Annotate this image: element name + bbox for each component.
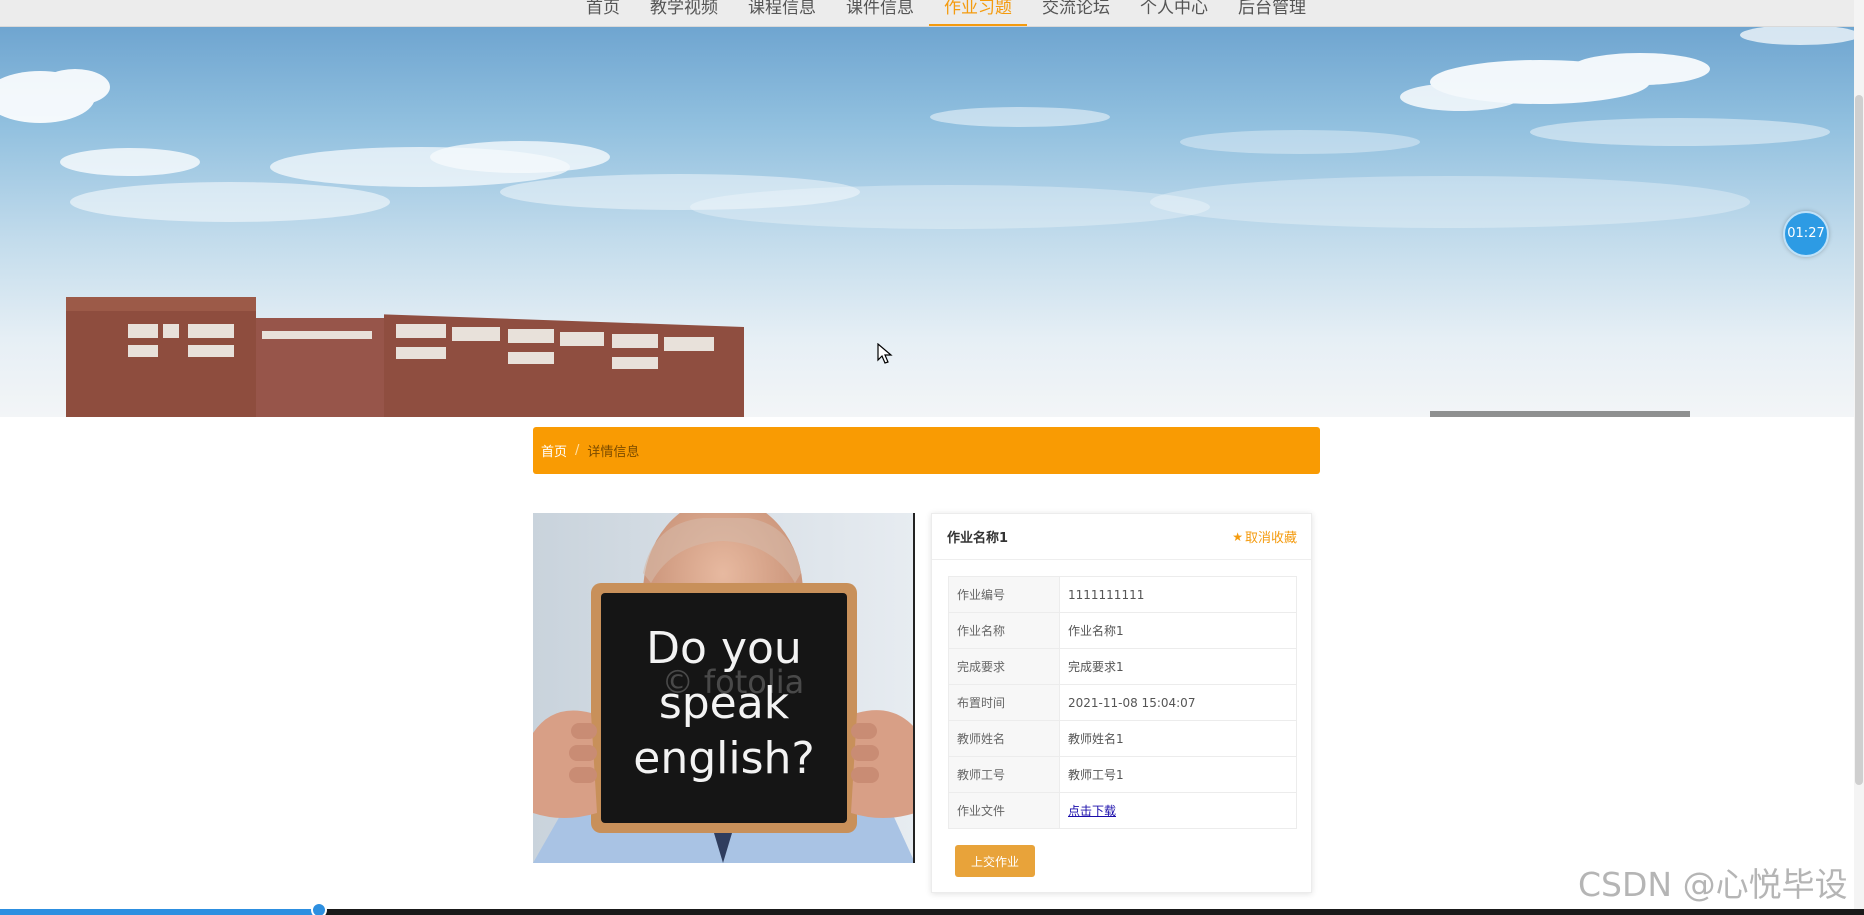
- table-row: 教师姓名 教师姓名1: [948, 720, 1297, 757]
- nav-item[interactable]: 教学视频: [635, 0, 733, 26]
- table-row: 完成要求 完成要求1: [948, 648, 1297, 685]
- breadcrumb: 首页 / 详情信息: [533, 427, 1320, 474]
- nav-item[interactable]: 交流论坛: [1027, 0, 1125, 26]
- row-value: 作业名称1: [1059, 612, 1297, 649]
- table-row: 教师工号 教师工号1: [948, 756, 1297, 793]
- detail-card: 作业名称1 ★ 取消收藏 作业编号 1111111111 作业名称 作业名称1 完成要求…: [931, 513, 1312, 893]
- row-key: 教师工号: [948, 756, 1060, 793]
- row-value: 1111111111: [1059, 576, 1297, 613]
- row-key: 完成要求: [948, 648, 1060, 685]
- sign-text-line-3: english?: [633, 733, 815, 784]
- breadcrumb-current: 详情信息: [587, 445, 640, 460]
- table-row-file: 作业文件 点击下载: [948, 792, 1297, 829]
- table-row: 作业编号 1111111111: [948, 576, 1297, 613]
- breadcrumb-separator: /: [575, 443, 580, 458]
- nav-item[interactable]: 后台管理: [1223, 0, 1321, 26]
- homework-image: Do you speak english? © fotolia: [533, 513, 915, 863]
- nav-items: 首页 教学视频 课程信息 课件信息 作业习题 交流论坛 个人中心 后台管理: [571, 0, 1321, 26]
- banner-image: [0, 27, 1860, 417]
- table-row: 布置时间 2021-11-08 15:04:07: [948, 684, 1297, 721]
- homework-photo: Do you speak english? © fotolia: [533, 513, 913, 863]
- scrollbar-thumb[interactable]: [1855, 95, 1863, 785]
- unfavorite-label: 取消收藏: [1244, 531, 1297, 546]
- clouds: [0, 27, 1860, 229]
- video-progress-fill: [0, 909, 319, 915]
- nav-item[interactable]: 个人中心: [1125, 0, 1223, 26]
- submit-homework-button[interactable]: 上交作业: [955, 845, 1035, 877]
- building: [66, 297, 744, 417]
- row-value: 完成要求1: [1059, 648, 1297, 685]
- video-progress-knob[interactable]: [311, 902, 327, 915]
- mouse-cursor-icon: [877, 343, 893, 364]
- breadcrumb-home-link[interactable]: 首页: [541, 441, 567, 460]
- page: 首页 教学视频 课程信息 课件信息 作业习题 交流论坛 个人中心 后台管理 01…: [0, 0, 1864, 915]
- banner: [0, 27, 1864, 417]
- row-key: 作业编号: [948, 576, 1060, 613]
- info-table: 作业编号 1111111111 作业名称 作业名称1 完成要求 完成要求1 布置时间 2021…: [948, 576, 1297, 829]
- row-key: 布置时间: [948, 684, 1060, 721]
- row-key: 教师姓名: [948, 720, 1060, 757]
- unfavorite-button[interactable]: ★ 取消收藏: [1232, 527, 1297, 547]
- card-header: 作业名称1 ★ 取消收藏: [932, 514, 1311, 560]
- watermark: CSDN @心悦毕设: [1578, 865, 1848, 904]
- row-value: 点击下载: [1059, 792, 1297, 829]
- nav-item[interactable]: 首页: [571, 0, 635, 26]
- star-icon: ★: [1232, 529, 1243, 544]
- scrollbar-track[interactable]: [1854, 0, 1864, 915]
- row-key: 作业文件: [948, 792, 1060, 829]
- stock-watermark: © fotolia: [662, 663, 805, 701]
- homework-title: 作业名称1: [947, 531, 1009, 546]
- video-progress-bar[interactable]: [0, 902, 1864, 915]
- top-nav: 首页 教学视频 课程信息 课件信息 作业习题 交流论坛 个人中心 后台管理: [0, 0, 1864, 27]
- nav-item[interactable]: 作业习题: [929, 0, 1027, 26]
- row-key: 作业名称: [948, 612, 1060, 649]
- timer-badge: 01:27: [1783, 211, 1829, 257]
- nav-item[interactable]: 课件信息: [831, 0, 929, 26]
- table-row: 作业名称 作业名称1: [948, 612, 1297, 649]
- row-value: 教师工号1: [1059, 756, 1297, 793]
- download-link[interactable]: 点击下载: [1068, 804, 1116, 818]
- row-value: 教师姓名1: [1059, 720, 1297, 757]
- row-value: 2021-11-08 15:04:07: [1059, 684, 1297, 721]
- nav-item[interactable]: 课程信息: [733, 0, 831, 26]
- banner-far-signage: [1430, 411, 1690, 417]
